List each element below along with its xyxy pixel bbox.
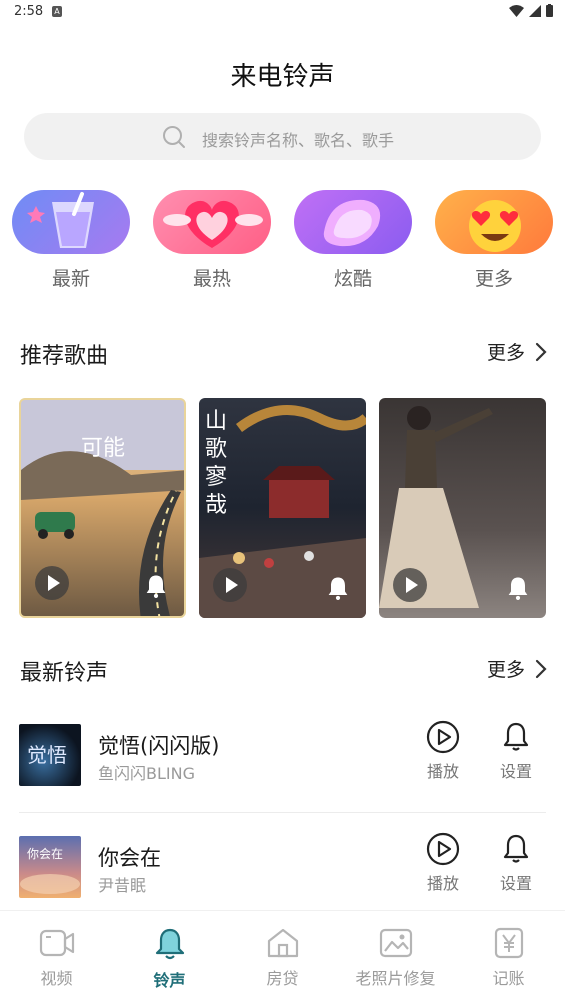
page-title: 来电铃声	[230, 62, 335, 92]
bottom-nav: 视频 铃声 房贷 老照片修复 记账	[0, 910, 565, 1004]
nav-item-photo-restore[interactable]: 老照片修复	[339, 927, 452, 989]
ring-cover: 你会在	[19, 836, 81, 898]
category-label: 最热	[192, 268, 231, 290]
play-circle-icon	[426, 832, 460, 866]
photo-icon	[379, 928, 412, 958]
nav-item-ringtone[interactable]: 铃声	[113, 927, 226, 991]
ring-title: 觉悟(闪闪版)	[98, 734, 220, 758]
nav-item-video[interactable]: 视频	[0, 927, 113, 989]
cup-icon	[12, 190, 130, 254]
nav-item-accounting[interactable]: 记账	[452, 927, 565, 989]
play-label: 播放	[426, 762, 459, 781]
category-more[interactable]: 更多	[435, 190, 553, 291]
search-icon	[163, 126, 185, 148]
nav-label: 记账	[492, 969, 525, 988]
bell-icon	[503, 722, 529, 751]
search-input[interactable]: 搜索铃声名称、歌名、歌手	[24, 113, 541, 160]
cover-text: 可能	[81, 436, 126, 461]
category-hot[interactable]: 最热	[153, 190, 271, 291]
set-button[interactable]: 设置	[491, 832, 541, 894]
notification-icon: A	[52, 6, 62, 17]
play-icon	[48, 575, 60, 591]
svg-text:觉悟: 觉悟	[27, 743, 67, 767]
set-label: 设置	[499, 762, 532, 781]
play-button[interactable]: 播放	[418, 720, 468, 782]
latest-title: 最新铃声	[20, 661, 109, 686]
song-card[interactable]: 山歌寥哉	[199, 398, 366, 618]
yen-icon	[494, 927, 523, 959]
ring-artist: 鱼闪闪BLING	[98, 764, 195, 783]
set-label: 设置	[499, 874, 532, 893]
ring-title: 你会在	[98, 846, 161, 870]
ring-artist: 尹昔眠	[98, 876, 147, 895]
more-label: 更多	[486, 342, 525, 364]
bell-icon	[155, 928, 184, 960]
latest-more-link[interactable]: 更多	[487, 655, 547, 682]
ring-cover: 觉悟	[19, 724, 81, 786]
bell-icon[interactable]	[504, 574, 532, 602]
wifi-icon	[509, 4, 524, 17]
category-latest[interactable]: 最新	[12, 190, 130, 291]
card-play-button[interactable]	[393, 568, 427, 602]
search-placeholder: 搜索铃声名称、歌名、歌手	[202, 131, 395, 150]
bell-icon	[503, 834, 529, 863]
heart-eyes-emoji-icon	[435, 190, 553, 254]
bell-icon[interactable]	[324, 574, 352, 602]
more-label: 更多	[486, 659, 525, 681]
video-icon	[39, 929, 74, 957]
gem-icon	[294, 190, 412, 254]
song-card[interactable]: 可能	[19, 398, 186, 618]
status-time: 2:58	[14, 4, 44, 19]
recommended-title: 推荐歌曲	[20, 344, 109, 369]
svg-text:你会在: 你会在	[27, 847, 63, 861]
card-play-button[interactable]	[213, 568, 247, 602]
nav-label: 铃声	[153, 971, 186, 990]
chevron-right-icon	[535, 659, 547, 678]
list-item[interactable]: 你会在 你会在 尹昔眠 播放 设置	[0, 826, 565, 910]
house-icon	[267, 928, 298, 958]
nav-label: 老照片修复	[355, 969, 436, 988]
nav-label: 视频	[40, 969, 73, 988]
recommended-more-link[interactable]: 更多	[487, 338, 547, 365]
status-icons	[509, 4, 553, 17]
list-item[interactable]: 觉悟 觉悟(闪闪版) 鱼闪闪BLING 播放 设置	[0, 714, 565, 798]
category-label: 炫酷	[333, 268, 372, 290]
play-circle-icon	[426, 720, 460, 754]
play-icon	[226, 577, 238, 593]
cover-text: 山歌寥哉	[205, 409, 228, 518]
play-label: 播放	[426, 874, 459, 893]
nav-item-mortgage[interactable]: 房贷	[226, 927, 339, 989]
play-button[interactable]: 播放	[418, 832, 468, 894]
set-button[interactable]: 设置	[491, 720, 541, 782]
nav-label: 房贷	[266, 969, 299, 988]
category-label: 最新	[51, 268, 90, 290]
category-label: 更多	[474, 268, 513, 290]
divider	[19, 812, 546, 813]
bell-icon[interactable]	[142, 572, 170, 600]
play-icon	[406, 577, 418, 593]
card-play-button[interactable]	[35, 566, 69, 600]
category-cool[interactable]: 炫酷	[294, 190, 412, 291]
heart-icon	[153, 190, 271, 254]
chevron-right-icon	[535, 342, 547, 361]
song-card[interactable]	[379, 398, 546, 618]
battery-icon	[546, 4, 553, 17]
status-bar: 2:58 A	[0, 0, 565, 26]
signal-icon	[529, 4, 541, 17]
